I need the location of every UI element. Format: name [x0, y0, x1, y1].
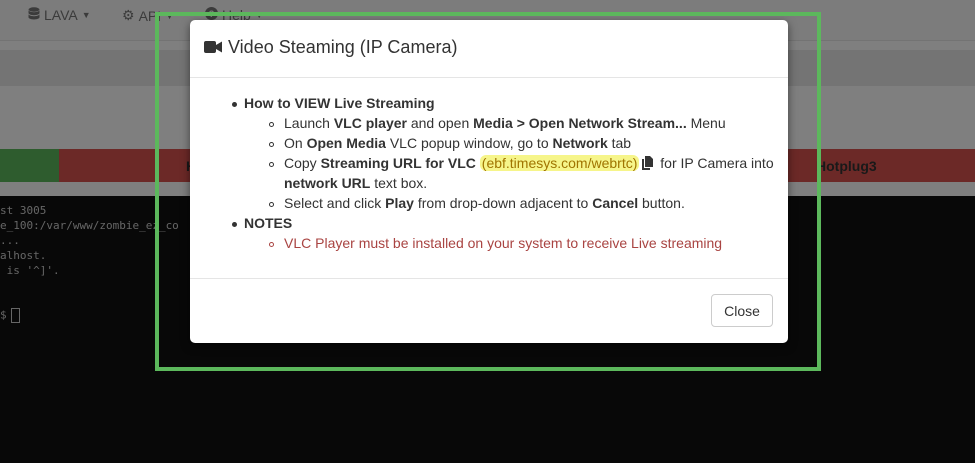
highlight-annotation-box — [155, 12, 821, 371]
